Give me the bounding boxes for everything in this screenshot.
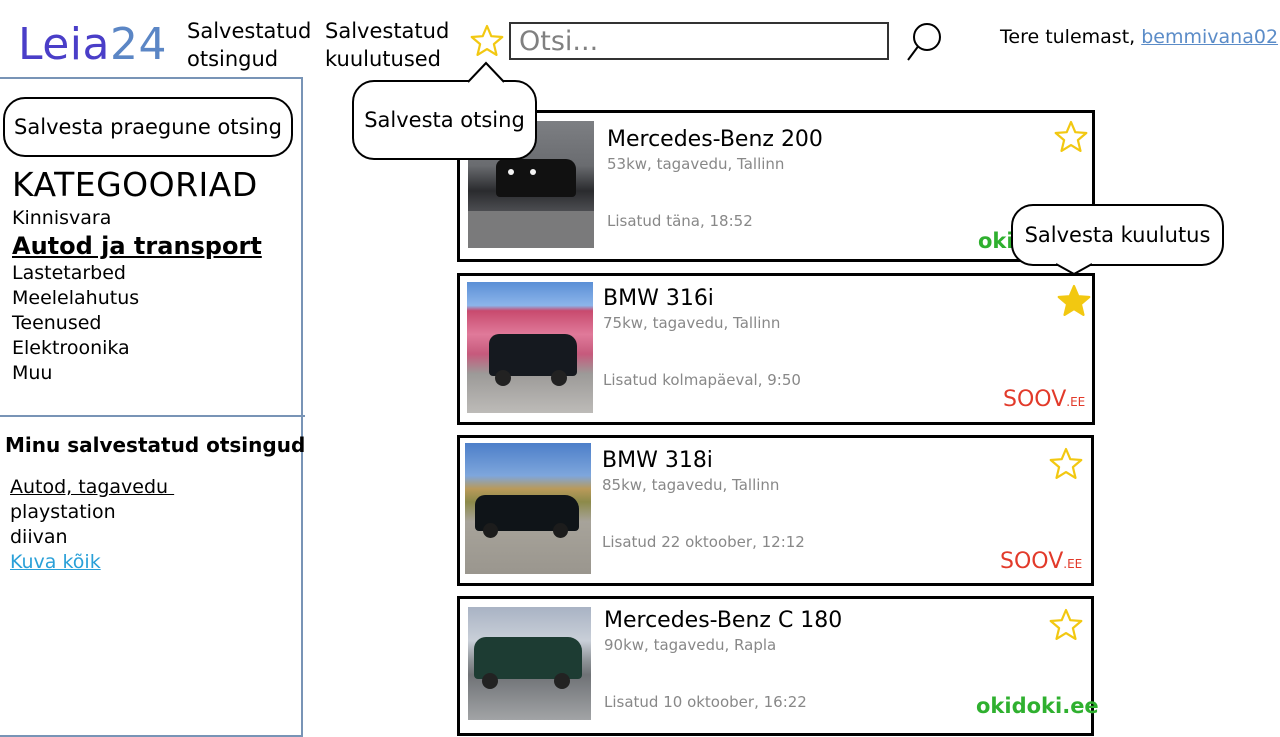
listing-specs: 85kw, tagavedu, Tallinn	[602, 476, 780, 494]
categories-heading: KATEGOORIAD	[12, 165, 258, 204]
save-current-search-button[interactable]: Salvesta praegune otsing	[3, 97, 293, 157]
source-okidoki-logo: okidoki.ee	[976, 694, 1099, 718]
listing-thumbnail[interactable]	[468, 607, 591, 720]
nav-saved-listings-line2: kuulutused	[325, 47, 442, 71]
nav-saved-listings-line1: Salvestatud	[325, 19, 450, 43]
listing-thumbnail[interactable]	[467, 282, 593, 413]
listing-date: Lisatud 10 oktoober, 16:22	[604, 693, 807, 711]
category-list: Kinnisvara Autod ja transport Lastetarbe…	[12, 206, 262, 386]
category-item-elektroonika[interactable]: Elektroonika	[12, 336, 262, 361]
listing-specs: 90kw, tagavedu, Rapla	[604, 636, 777, 654]
soov-logo-main: SOOV	[1003, 387, 1067, 412]
save-listing-star-icon[interactable]	[1049, 447, 1083, 481]
soov-logo-main: SOOV	[1000, 549, 1064, 574]
listing-title[interactable]: BMW 316i	[603, 285, 714, 313]
listing-title[interactable]: Mercedes-Benz 200	[607, 126, 823, 154]
nav-saved-searches-line2: otsingud	[187, 47, 279, 71]
category-item-teenused[interactable]: Teenused	[12, 311, 262, 336]
source-soov-logo: SOOV.EE	[1003, 387, 1085, 412]
category-item-kinnisvara[interactable]: Kinnisvara	[12, 206, 262, 231]
search-field-wrapper	[509, 22, 889, 60]
logo-text-secondary: 24	[110, 19, 167, 70]
logo-text-primary: Leia	[18, 19, 110, 70]
category-item-autod-ja-transport[interactable]: Autod ja transport	[12, 231, 262, 261]
category-item-lastetarbed[interactable]: Lastetarbed	[12, 261, 262, 286]
save-listing-star-icon[interactable]	[1049, 608, 1083, 642]
saved-search-item[interactable]: Autod, tagavedu	[10, 475, 174, 500]
listing-thumbnail[interactable]	[465, 443, 591, 574]
source-soov-logo: SOOV.EE	[1000, 549, 1082, 574]
listing-date: Lisatud täna, 18:52	[607, 212, 753, 230]
site-logo[interactable]: Leia24	[18, 20, 167, 70]
source-okidoki-logo: oki	[978, 229, 1014, 253]
saved-searches-heading: Minu salvestatud otsingud	[5, 433, 306, 457]
save-search-star-icon[interactable]	[470, 24, 504, 58]
category-item-meelelahutus[interactable]: Meelelahutus	[12, 286, 262, 311]
save-listing-star-icon[interactable]	[1054, 120, 1088, 154]
soov-logo-suffix: .EE	[1066, 395, 1086, 409]
nav-saved-listings[interactable]: Salvestatud kuulutused	[325, 17, 449, 73]
welcome-message: Tere tulemast, bemmivana02	[1000, 24, 1278, 50]
sidebar-divider	[0, 415, 305, 417]
saved-searches-list: Autod, tagavedu playstation diivan Kuva …	[10, 475, 174, 575]
listing-title[interactable]: BMW 318i	[602, 447, 713, 475]
saved-search-item[interactable]: diivan	[10, 525, 174, 550]
listing-title[interactable]: Mercedes-Benz C 180	[604, 607, 842, 635]
nav-saved-searches-line1: Salvestatud	[187, 19, 312, 43]
save-search-tooltip: Salvesta otsing	[352, 80, 537, 160]
saved-search-item[interactable]: playstation	[10, 500, 174, 525]
category-item-muu[interactable]: Muu	[12, 361, 262, 386]
welcome-text: Tere tulemast,	[1000, 26, 1142, 48]
save-search-tooltip-tail	[467, 61, 505, 83]
soov-logo-suffix: .EE	[1063, 557, 1083, 571]
listing-date: Lisatud 22 oktoober, 12:12	[602, 533, 805, 551]
save-listing-tooltip-tail	[1055, 263, 1093, 275]
search-input[interactable]	[511, 24, 887, 58]
listing-date: Lisatud kolmapäeval, 9:50	[603, 371, 801, 389]
saved-listing-star-icon[interactable]	[1057, 284, 1091, 318]
username-link[interactable]: bemmivana02	[1141, 26, 1278, 48]
magnifier-icon[interactable]	[905, 20, 945, 64]
save-listing-tooltip: Salvesta kuulutus	[1011, 204, 1224, 266]
listing-specs: 53kw, tagavedu, Tallinn	[607, 155, 785, 173]
listing-specs: 75kw, tagavedu, Tallinn	[603, 314, 781, 332]
show-all-saved-searches-link[interactable]: Kuva kõik	[10, 550, 174, 575]
nav-saved-searches[interactable]: Salvestatud otsingud	[187, 17, 311, 73]
